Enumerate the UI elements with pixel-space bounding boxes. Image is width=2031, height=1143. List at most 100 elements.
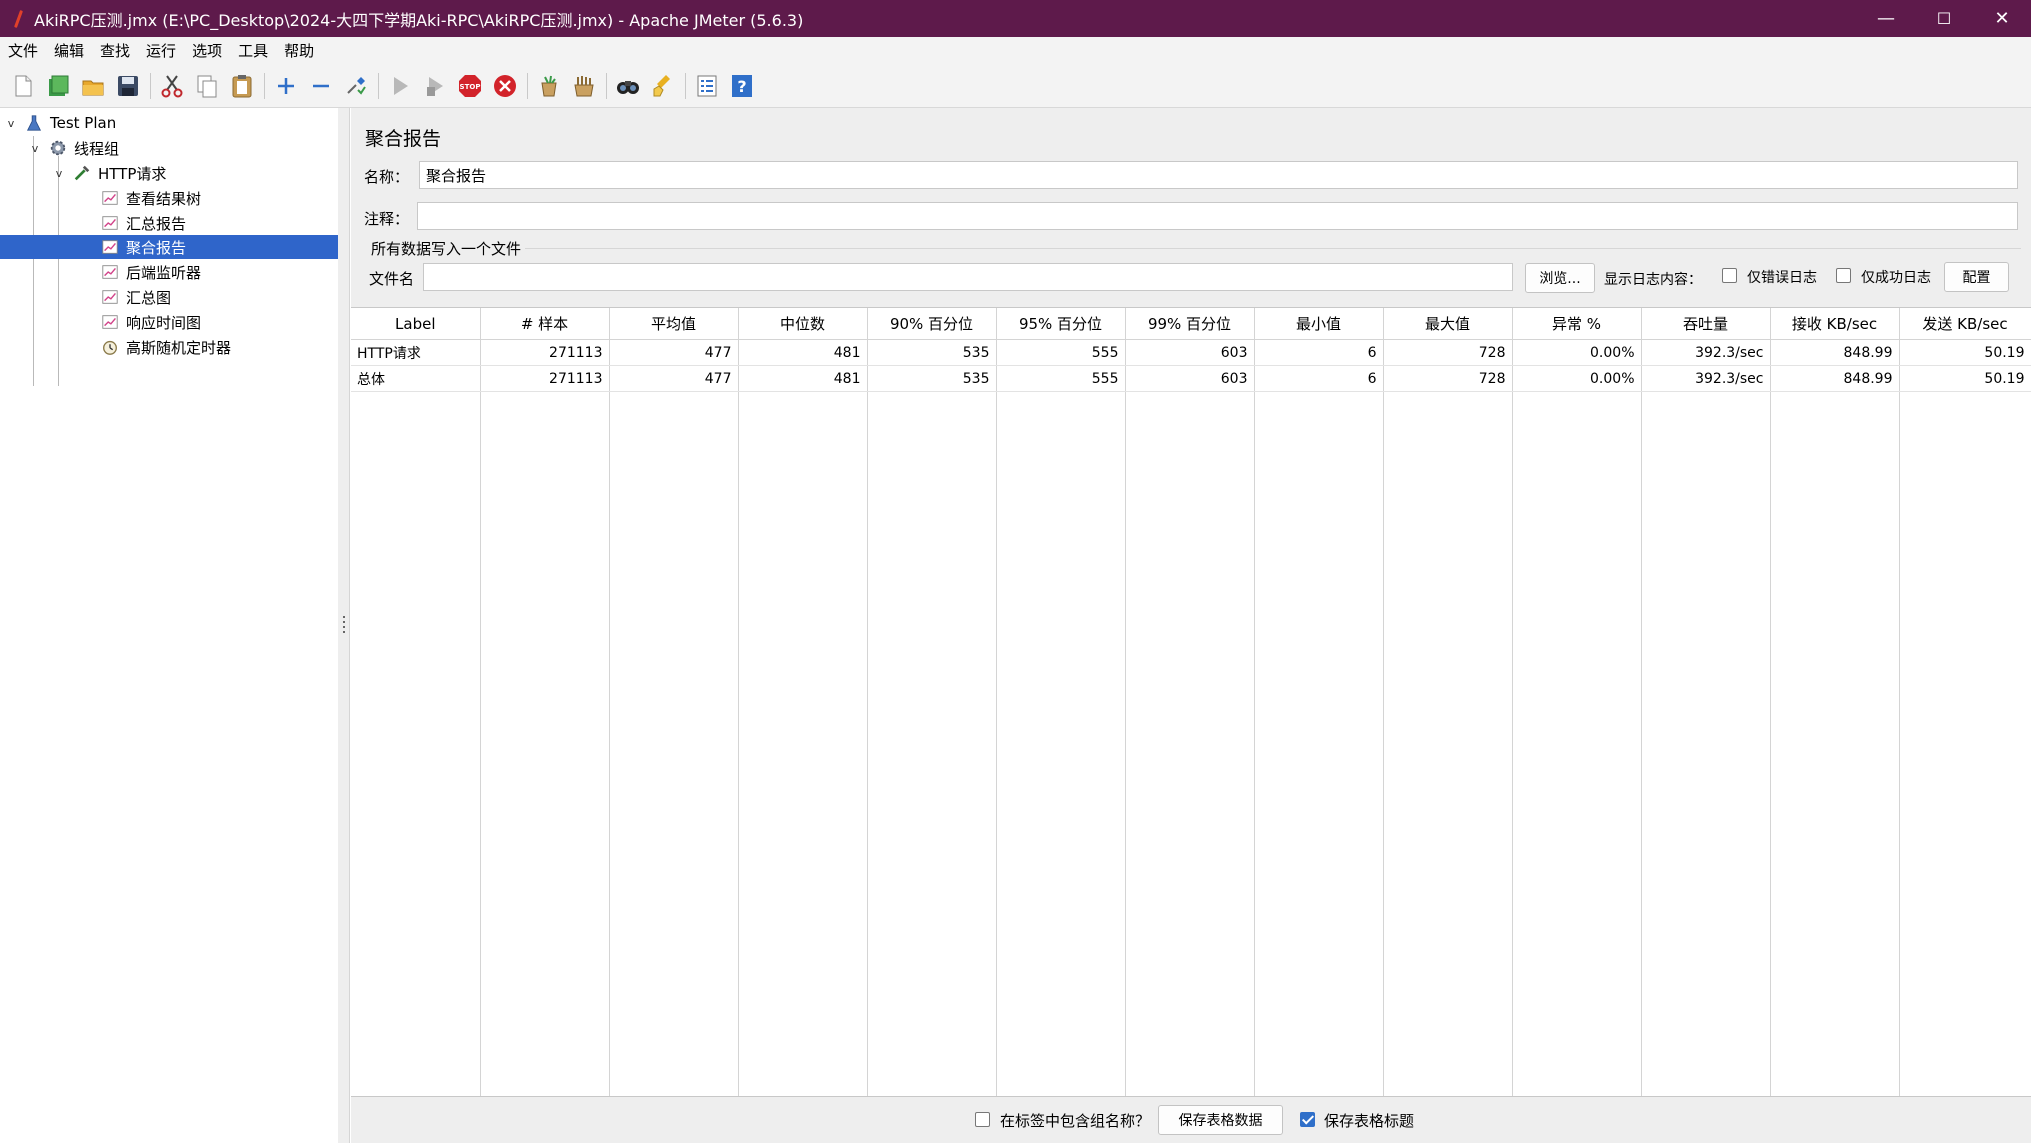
menu-file[interactable]: 文件 [0,40,46,61]
tree-node-view-results-tree[interactable]: 查看结果树 [100,186,201,210]
table-cell: 603 [1125,365,1255,392]
title-bar: AkiRPC压测.jmx (E:\PC_Desktop\2024-大四下学期Ak… [0,0,2031,37]
open-icon[interactable] [78,71,108,101]
table-cell: 50.19 [1899,339,2031,366]
clear-all-icon[interactable] [569,71,599,101]
column-header[interactable]: 99% 百分位 [1125,308,1255,340]
menu-help[interactable]: 帮助 [276,40,322,61]
menu-bar: 文件 编辑 查找 运行 选项 工具 帮助 [0,37,2031,64]
tree-node-summary-report[interactable]: 汇总报告 [100,211,186,235]
listener-chart-icon [100,188,120,208]
reset-search-icon[interactable] [648,71,678,101]
success-only-checkbox[interactable] [1836,268,1851,283]
templates-icon[interactable] [43,71,73,101]
search-icon[interactable] [613,71,643,101]
table-row[interactable]: HTTP请求 271113 477 481 535 555 603 6 728 … [351,339,2031,366]
minimize-button[interactable]: — [1857,0,1915,37]
tree-label: 响应时间图 [126,313,202,332]
paste-icon[interactable] [227,71,257,101]
panel-title: 聚合报告 [365,128,442,150]
table-cell: 477 [609,365,739,392]
function-helper-icon[interactable] [692,71,722,101]
expand-toggle-icon[interactable]: v [4,117,18,130]
tree-label: HTTP请求 [98,164,167,183]
expand-icon[interactable] [271,71,301,101]
split-pane-divider[interactable] [338,108,350,1143]
svg-text:STOP: STOP [460,83,481,91]
column-header[interactable]: 95% 百分位 [996,308,1126,340]
tree-label: 查看结果树 [126,189,202,208]
test-plan-tree: v Test Plan v 线程组 v HTTP请求 查看结果树 汇总报告 聚合… [0,108,339,1143]
save-icon[interactable] [113,71,143,101]
expand-toggle-icon[interactable]: v [28,142,42,155]
start-no-pauses-icon[interactable] [420,71,450,101]
column-header[interactable]: 中位数 [738,308,868,340]
save-table-header-checkbox[interactable] [1300,1112,1315,1127]
tree-node-aggregate-report[interactable]: 聚合报告 [0,235,338,259]
name-field[interactable]: 聚合报告 [419,161,2018,189]
close-button[interactable]: ✕ [1973,0,2031,37]
filename-field[interactable] [423,263,1513,291]
browse-button[interactable]: 浏览... [1525,263,1595,293]
column-header[interactable]: 异常 % [1512,308,1642,340]
tree-label: 汇总图 [126,288,172,307]
toggle-icon[interactable] [341,71,371,101]
table-cell: 392.3/sec [1641,365,1771,392]
column-header[interactable]: # 样本 [480,308,610,340]
tree-node-test-plan[interactable]: v Test Plan [4,111,116,135]
include-group-name-checkbox[interactable] [975,1112,990,1127]
tree-node-summary-graph[interactable]: 汇总图 [100,285,171,309]
column-header[interactable]: 吞吐量 [1641,308,1771,340]
configure-button[interactable]: 配置 [1944,262,2009,292]
column-header[interactable]: 90% 百分位 [867,308,997,340]
table-row[interactable]: 总体 271113 477 481 535 555 603 6 728 0.00… [351,365,2031,392]
table-cell: 0.00% [1512,365,1642,392]
maximize-button[interactable]: ☐ [1915,0,1973,37]
table-cell: 6 [1254,339,1384,366]
log-display-label: 显示日志内容： [1604,272,1702,288]
column-header[interactable]: 最大值 [1383,308,1513,340]
copy-icon[interactable] [192,71,222,101]
gear-icon [48,138,68,158]
column-header[interactable]: 发送 KB/sec [1899,308,2031,340]
table-cell: 848.99 [1770,339,1900,366]
column-header[interactable]: 接收 KB/sec [1770,308,1900,340]
menu-edit[interactable]: 编辑 [46,40,92,61]
clear-icon[interactable] [534,71,564,101]
shutdown-icon[interactable] [490,71,520,101]
cut-icon[interactable] [157,71,187,101]
column-header[interactable]: 最小值 [1254,308,1384,340]
help-icon[interactable]: ? [727,71,757,101]
toolbar: STOP ? [0,64,2031,108]
table-cell: 6 [1254,365,1384,392]
tree-label: 线程组 [74,139,120,158]
errors-only-checkbox[interactable] [1722,268,1737,283]
tree-node-thread-group[interactable]: v 线程组 [28,136,119,160]
save-table-data-button[interactable]: 保存表格数据 [1158,1105,1283,1135]
table-cell: 392.3/sec [1641,339,1771,366]
comment-field[interactable] [417,202,2018,230]
collapse-icon[interactable] [306,71,336,101]
stop-icon[interactable]: STOP [455,71,485,101]
table-cell: 535 [867,339,997,366]
tree-node-http-request[interactable]: v HTTP请求 [52,161,167,185]
expand-toggle-icon[interactable]: v [52,167,66,180]
aggregate-results-table[interactable]: Label # 样本 平均值 中位数 90% 百分位 95% 百分位 99% 百… [351,307,2031,1097]
success-only-label: 仅成功日志 [1861,270,1931,286]
menu-tools[interactable]: 工具 [230,40,276,61]
column-header[interactable]: Label [351,308,481,340]
tree-node-gaussian-timer[interactable]: 高斯随机定时器 [100,335,231,359]
menu-search[interactable]: 查找 [92,40,138,61]
tree-label: 汇总报告 [126,214,187,233]
menu-options[interactable]: 选项 [184,40,230,61]
tree-node-backend-listener[interactable]: 后端监听器 [100,260,201,284]
table-cell: 728 [1383,365,1513,392]
new-icon[interactable] [8,71,38,101]
menu-run[interactable]: 运行 [138,40,184,61]
test-plan-icon [24,113,44,133]
tree-node-response-time-graph[interactable]: 响应时间图 [100,310,201,334]
table-cell: 271113 [480,365,610,392]
column-header[interactable]: 平均值 [609,308,739,340]
table-cell: 481 [738,365,868,392]
start-icon[interactable] [385,71,415,101]
